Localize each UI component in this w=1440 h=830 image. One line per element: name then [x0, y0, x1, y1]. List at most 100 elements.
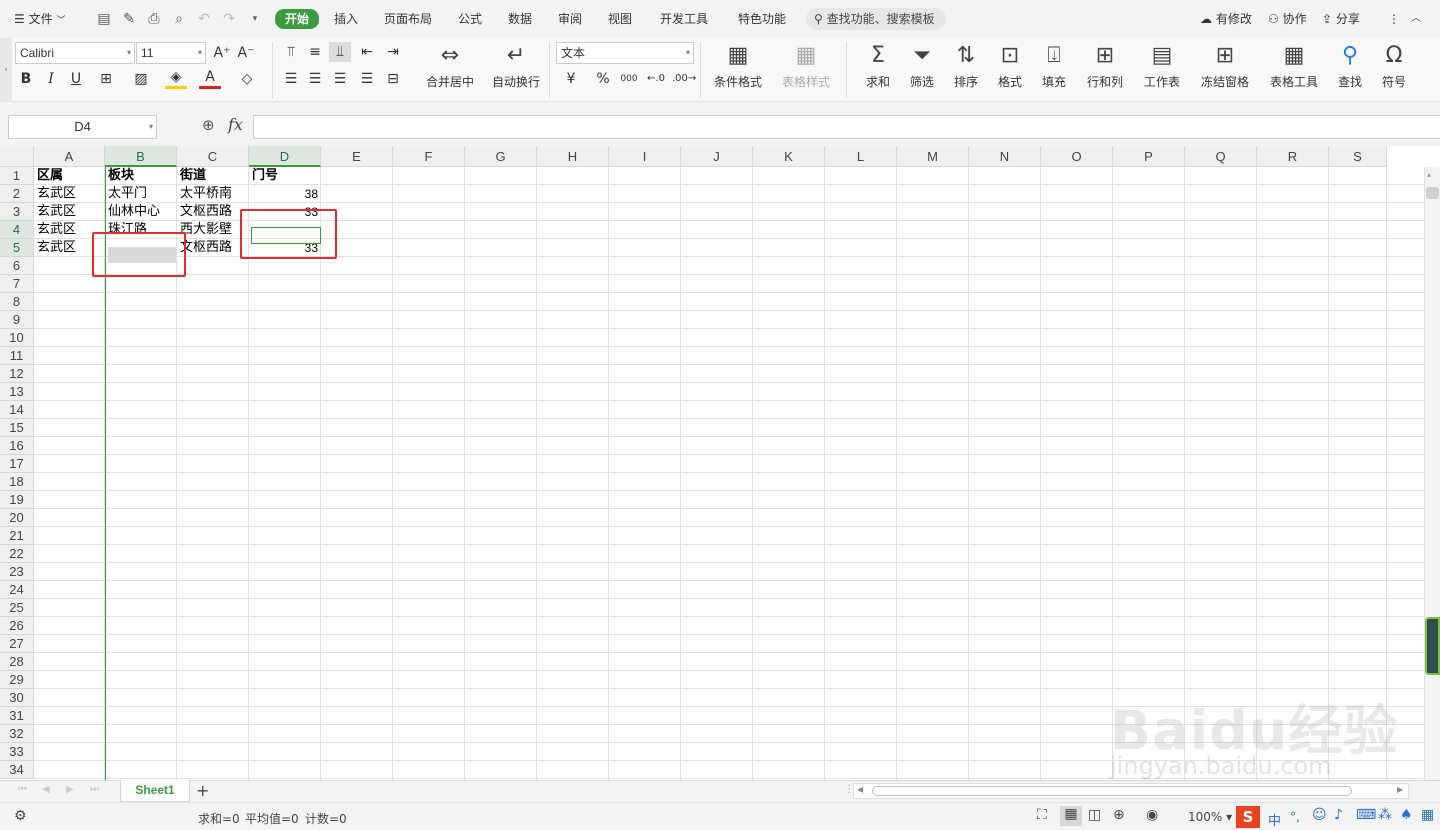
row-header-17[interactable]: 17 [0, 455, 34, 473]
undo-icon[interactable]: ↶ [195, 10, 213, 28]
formula-input[interactable] [253, 115, 1440, 139]
skin-icon[interactable]: ♠ [1400, 807, 1413, 823]
punctuation-icon[interactable]: °, [1290, 810, 1300, 824]
column-header-k[interactable]: K [753, 146, 825, 167]
column-header-f[interactable]: F [393, 146, 465, 167]
eye-protection-icon[interactable]: ◉ [1146, 807, 1158, 823]
first-sheet-icon[interactable]: ⏮ [18, 784, 27, 795]
tab-data[interactable]: 数据 [508, 10, 532, 28]
freeze-panes-button[interactable]: ⊞ 冻结窗格 [1194, 42, 1256, 98]
share-button[interactable]: ⇪ 分享 [1322, 10, 1360, 28]
percent-icon[interactable]: % [592, 69, 614, 89]
row-header-15[interactable]: 15 [0, 419, 34, 437]
format-painter-icon[interactable]: ✎ [120, 10, 138, 28]
cell-b1[interactable]: 板块 [105, 167, 177, 185]
column-header-s[interactable]: S [1329, 146, 1387, 167]
column-header-p[interactable]: P [1113, 146, 1185, 167]
align-middle-icon[interactable]: ≡ [304, 42, 326, 62]
cell-d2[interactable]: 38 [249, 185, 321, 203]
row-header-27[interactable]: 27 [0, 635, 34, 653]
cell-b3[interactable]: 仙林中心 [105, 203, 177, 221]
select-all-corner[interactable] [0, 146, 34, 167]
scroll-left-icon[interactable]: ◀ [857, 785, 863, 794]
cell-c1[interactable]: 街道 [177, 167, 249, 185]
row-header-28[interactable]: 28 [0, 653, 34, 671]
row-header-34[interactable]: 34 [0, 761, 34, 779]
normal-view-icon[interactable]: ▦ [1060, 806, 1082, 826]
row-header-18[interactable]: 18 [0, 473, 34, 491]
column-header-o[interactable]: O [1041, 146, 1113, 167]
function-icon[interactable]: fx [228, 115, 243, 134]
column-header-h[interactable]: H [537, 146, 609, 167]
collapse-ribbon-icon[interactable]: ︿ [1411, 10, 1421, 28]
row-header-8[interactable]: 8 [0, 293, 34, 311]
row-header-1[interactable]: 1 [0, 167, 34, 185]
row-header-32[interactable]: 32 [0, 725, 34, 743]
side-panel-handle[interactable] [1425, 617, 1440, 675]
row-header-12[interactable]: 12 [0, 365, 34, 383]
redo-icon[interactable]: ↷ [220, 10, 238, 28]
unsaved-status[interactable]: ☁ 有修改 [1200, 10, 1252, 28]
row-header-23[interactable]: 23 [0, 563, 34, 581]
sort-button[interactable]: ⇅ 排序 [946, 42, 986, 98]
increase-decimal-icon[interactable]: ←.0 [645, 69, 667, 89]
underline-icon[interactable]: U [65, 69, 87, 89]
row-header-10[interactable]: 10 [0, 329, 34, 347]
row-header-24[interactable]: 24 [0, 581, 34, 599]
row-header-22[interactable]: 22 [0, 545, 34, 563]
next-sheet-icon[interactable]: ▶ [66, 784, 74, 795]
ime-menu-icon[interactable]: ▦ [1421, 807, 1434, 823]
align-right-icon[interactable]: ☰ [329, 69, 351, 89]
column-header-a[interactable]: A [34, 146, 105, 167]
increase-font-icon[interactable]: A⁺ [211, 43, 233, 63]
row-header-6[interactable]: 6 [0, 257, 34, 275]
row-header-25[interactable]: 25 [0, 599, 34, 617]
column-header-b[interactable]: B [105, 146, 177, 167]
fill-color-icon[interactable]: ◈ [165, 69, 187, 89]
zoom-level[interactable]: 100% ▾ [1188, 810, 1232, 824]
cell-a1[interactable]: 区属 [34, 167, 105, 185]
row-header-7[interactable]: 7 [0, 275, 34, 293]
cell-c5[interactable]: 文枢西路 [177, 239, 249, 257]
font-size-select[interactable]: 11 ▾ [136, 42, 206, 64]
print-preview-icon[interactable]: ⌕ [170, 10, 188, 28]
add-sheet-icon[interactable]: + [196, 781, 209, 800]
row-header-9[interactable]: 9 [0, 311, 34, 329]
column-header-i[interactable]: I [609, 146, 681, 167]
row-header-2[interactable]: 2 [0, 185, 34, 203]
column-header-m[interactable]: M [897, 146, 969, 167]
row-header-16[interactable]: 16 [0, 437, 34, 455]
cell-b2[interactable]: 太平门 [105, 185, 177, 203]
cell-c2[interactable]: 太平桥南 [177, 185, 249, 203]
worksheet-button[interactable]: ▤ 工作表 [1136, 42, 1188, 98]
italic-icon[interactable]: I [40, 69, 62, 89]
symbol-button[interactable]: Ω 符号 [1374, 42, 1414, 98]
decrease-font-icon[interactable]: A⁻ [235, 43, 257, 63]
cell-a3[interactable]: 玄武区 [34, 203, 105, 221]
find-button[interactable]: ⚲ 查找 [1330, 42, 1370, 98]
collab-button[interactable]: ⚇ 协作 [1268, 10, 1307, 28]
increase-indent-icon[interactable]: ⇥ [382, 42, 404, 62]
row-header-19[interactable]: 19 [0, 491, 34, 509]
align-bottom-icon[interactable]: ⫫ [329, 42, 351, 62]
horizontal-scrollbar[interactable]: ◀ ▶ [853, 783, 1409, 799]
column-header-n[interactable]: N [969, 146, 1041, 167]
currency-icon[interactable]: ¥ [560, 69, 582, 89]
merge-center-button[interactable]: ⇔ 合并居中 [418, 42, 482, 98]
fill-button[interactable]: ⍗ 填充 [1034, 42, 1074, 98]
decrease-decimal-icon[interactable]: .00→ [672, 69, 696, 89]
sum-button[interactable]: Σ 求和 [858, 42, 898, 98]
filter-button[interactable]: ⏷ 筛选 [902, 42, 942, 98]
clear-format-icon[interactable]: ◇ [236, 69, 258, 89]
border-icon[interactable]: ⊞ [95, 69, 117, 89]
align-center-icon[interactable]: ☰ [304, 69, 326, 89]
last-sheet-icon[interactable]: ⏭ [90, 784, 99, 795]
page-break-view-icon[interactable]: ⊕ [1113, 807, 1125, 823]
spreadsheet-grid[interactable]: ABCDEFGHIJKLMNOPQRS 1 2 3 4 5 6 7 8 9 10 11 12 13 14 1… [0, 146, 1440, 780]
align-top-icon[interactable]: ⫪ [280, 42, 302, 62]
cell-a2[interactable]: 玄武区 [34, 185, 105, 203]
fullscreen-icon[interactable]: ⛶ [1037, 807, 1047, 823]
vertical-scrollbar[interactable]: ▴ [1424, 167, 1440, 780]
column-header-r[interactable]: R [1257, 146, 1329, 167]
row-header-26[interactable]: 26 [0, 617, 34, 635]
